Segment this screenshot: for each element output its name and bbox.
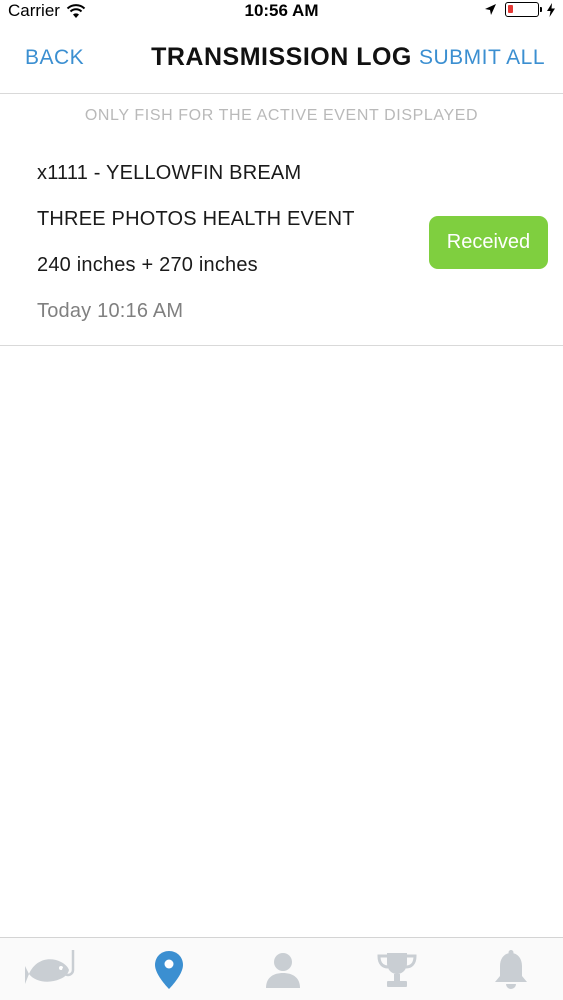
- timestamp-label: Today 10:16 AM: [37, 300, 184, 322]
- tab-catch[interactable]: [0, 938, 112, 1000]
- measurements-label: 240 inches + 270 inches: [37, 254, 258, 276]
- user-icon: [266, 952, 300, 988]
- tab-leaderboard[interactable]: [341, 938, 453, 1000]
- map-pin-icon: [155, 950, 183, 989]
- trophy-icon: [377, 952, 417, 987]
- event-label: THREE PHOTOS HEALTH EVENT: [37, 208, 355, 230]
- charging-bolt-icon: [547, 2, 555, 17]
- battery-icon: [505, 2, 542, 17]
- status-badge: Received: [429, 216, 548, 269]
- tab-profile[interactable]: [227, 938, 339, 1000]
- tab-bar: [0, 937, 563, 1000]
- battery-level: [508, 5, 513, 13]
- list-item[interactable]: x1111 - YELLOWFIN BREAM THREE PHOTOS HEA…: [0, 140, 563, 346]
- location-arrow-icon: [485, 4, 496, 15]
- status-right: [484, 2, 555, 17]
- transmission-log-screen: Carrier 10:56 AM BACK TRANSMISSION LOG S…: [0, 0, 563, 1000]
- tab-map[interactable]: [113, 938, 225, 1000]
- tab-notifications[interactable]: [455, 938, 563, 1000]
- bell-icon: [495, 949, 527, 989]
- status-bar: Carrier 10:56 AM: [0, 0, 563, 24]
- active-event-notice: ONLY FISH FOR THE ACTIVE EVENT DISPLAYED: [84, 107, 479, 124]
- fish-hook-icon: [25, 949, 75, 984]
- submit-all-button[interactable]: SUBMIT ALL: [419, 46, 545, 70]
- tag-species-label: x1111 - YELLOWFIN BREAM: [37, 162, 302, 184]
- navigation-bar: BACK TRANSMISSION LOG SUBMIT ALL: [0, 24, 563, 94]
- status-time: 10:56 AM: [244, 1, 319, 20]
